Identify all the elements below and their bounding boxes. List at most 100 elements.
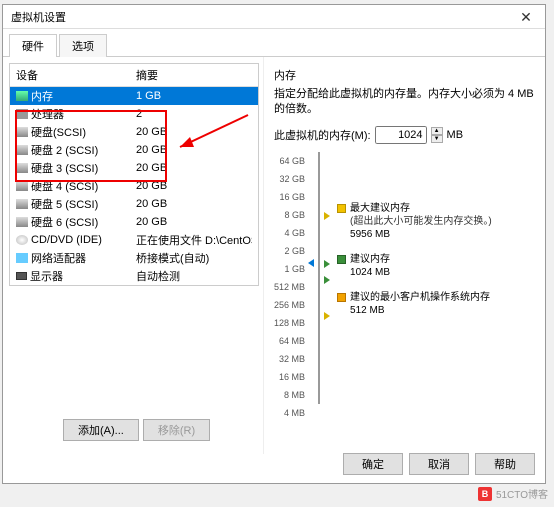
mon-icon xyxy=(16,272,27,280)
hw-summary: 20 GB xyxy=(136,180,252,192)
hw-name: 内存 xyxy=(31,88,53,104)
remove-hw-button[interactable]: 移除(R) xyxy=(143,419,210,441)
disk-icon xyxy=(16,181,28,191)
add-hw-button[interactable]: 添加(A)... xyxy=(63,419,139,441)
disk-icon xyxy=(16,199,28,209)
hw-summary: 自动检测 xyxy=(136,268,252,284)
hw-summary: 20 GB xyxy=(136,126,252,138)
watermark: B 51CTO博客 xyxy=(478,486,548,501)
tick-label: 256 MB xyxy=(274,296,305,314)
legend-max-val: 5956 MB xyxy=(350,228,492,241)
tab-options[interactable]: 选项 xyxy=(59,34,107,57)
hardware-list: 设备 摘要 内存1 GB处理器2硬盘(SCSI)20 GB硬盘 2 (SCSI)… xyxy=(9,63,259,286)
hw-name: 网络适配器 xyxy=(31,250,86,266)
legend-rec-val: 1024 MB xyxy=(350,266,390,279)
mem-desc: 指定分配给此虚拟机的内存量。内存大小必须为 4 MB 的倍数。 xyxy=(274,87,535,118)
hw-summary: 桥接模式(自动) xyxy=(136,250,252,266)
hw-summary: 20 GB xyxy=(136,216,252,228)
hw-name: 硬盘 2 (SCSI) xyxy=(31,142,98,158)
hw-summary: 1 GB xyxy=(136,90,252,102)
tick-label: 32 MB xyxy=(274,350,305,368)
titlebar: 虚拟机设置 ✕ xyxy=(3,5,545,29)
slider-thumb-icon[interactable] xyxy=(308,259,314,267)
hw-summary: 正在使用文件 D:\CentOS-7-x86_64-... xyxy=(136,232,252,248)
hw-row[interactable]: 处理器 2 xyxy=(10,105,258,123)
legend-max-note: (超出此大小可能发生内存交换。) xyxy=(350,215,492,228)
tick-label: 2 GB xyxy=(274,242,305,260)
hardware-pane: 设备 摘要 内存1 GB处理器2硬盘(SCSI)20 GB硬盘 2 (SCSI)… xyxy=(3,57,263,454)
disk-icon xyxy=(16,163,28,173)
tick-label: 64 MB xyxy=(274,332,305,350)
hw-name: CD/DVD (IDE) xyxy=(31,234,102,246)
close-button[interactable]: ✕ xyxy=(507,6,545,28)
vm-settings-dialog: 虚拟机设置 ✕ 硬件 选项 设备 摘要 内存 1 GB 处理器 2 硬盘(SCSI) 20… xyxy=(2,4,546,484)
tick-label: 128 MB xyxy=(274,314,305,332)
hw-name: 处理器 xyxy=(31,106,64,122)
net-icon xyxy=(16,253,28,263)
col-header-summary: 摘要 xyxy=(136,67,252,83)
tick-label: 64 GB xyxy=(274,152,305,170)
mem-slider-track[interactable] xyxy=(311,152,327,404)
ok-button[interactable]: 确定 xyxy=(343,453,403,475)
mem-icon xyxy=(16,91,28,101)
hw-name: 硬盘 4 (SCSI) xyxy=(31,178,98,194)
cpu-icon xyxy=(16,109,28,119)
hw-row[interactable]: 硬盘 5 (SCSI) 20 GB xyxy=(10,195,258,213)
mem-legend: 最大建议内存 (超出此大小可能发生内存交换。) 5956 MB 建议内存 102… xyxy=(337,152,492,422)
mem-unit: MB xyxy=(447,129,464,141)
hw-row[interactable]: 显示器 自动检测 xyxy=(10,267,258,285)
cancel-button[interactable]: 取消 xyxy=(409,453,469,475)
hw-row[interactable]: CD/DVD (IDE) 正在使用文件 D:\CentOS-7-x86_64-..… xyxy=(10,231,258,249)
hw-row[interactable]: 硬盘 4 (SCSI) 20 GB xyxy=(10,177,258,195)
hw-name: 显示器 xyxy=(30,268,63,284)
cd-icon xyxy=(16,235,28,245)
legend-min-title: 建议的最小客户机操作系统内存 xyxy=(350,291,490,304)
hw-row[interactable]: 硬盘(SCSI) 20 GB xyxy=(10,123,258,141)
hw-name: 硬盘 3 (SCSI) xyxy=(31,160,98,176)
mem-input[interactable] xyxy=(375,126,427,144)
marker-recommended2-icon xyxy=(324,276,330,284)
slider-ticks: 64 GB32 GB16 GB8 GB4 GB2 GB1 GB512 MB256… xyxy=(274,152,305,422)
hw-row[interactable]: 硬盘 6 (SCSI) 20 GB xyxy=(10,213,258,231)
mem-section-title: 内存 xyxy=(274,67,535,83)
marker-recommended-icon xyxy=(324,260,330,268)
tick-label: 512 MB xyxy=(274,278,305,296)
tick-label: 8 MB xyxy=(274,386,305,404)
watermark-text: 51CTO博客 xyxy=(496,486,548,501)
tabbar: 硬件 选项 xyxy=(3,29,545,56)
tick-label: 4 GB xyxy=(274,224,305,242)
tab-hardware[interactable]: 硬件 xyxy=(9,34,57,57)
disk-icon xyxy=(16,145,28,155)
tick-label: 16 GB xyxy=(274,188,305,206)
hw-row[interactable]: 网络适配器 桥接模式(自动) xyxy=(10,249,258,267)
hw-row[interactable]: 硬盘 3 (SCSI) 20 GB xyxy=(10,159,258,177)
hw-summary: 20 GB xyxy=(136,144,252,156)
legend-max-title: 最大建议内存 xyxy=(350,202,492,215)
col-header-device: 设备 xyxy=(16,67,136,83)
hw-name: 硬盘(SCSI) xyxy=(31,124,86,140)
hw-row[interactable]: 硬盘 2 (SCSI) 20 GB xyxy=(10,141,258,159)
mem-spinner[interactable]: ▲▼ xyxy=(431,127,443,143)
tick-label: 4 MB xyxy=(274,404,305,422)
square-yellow-icon xyxy=(337,204,346,213)
hw-row[interactable]: 内存 1 GB xyxy=(10,87,258,105)
square-orange-icon xyxy=(337,293,346,302)
legend-min-val: 512 MB xyxy=(350,304,490,317)
watermark-logo-icon: B xyxy=(478,487,492,501)
marker-min-recommended-icon xyxy=(324,312,330,320)
help-button[interactable]: 帮助 xyxy=(475,453,535,475)
hw-summary: 20 GB xyxy=(136,198,252,210)
window-title: 虚拟机设置 xyxy=(11,9,66,25)
square-green-icon xyxy=(337,255,346,264)
disk-icon xyxy=(16,217,28,227)
hw-summary: 2 xyxy=(136,108,252,120)
hw-summary: 20 GB xyxy=(136,162,252,174)
hw-name: 硬盘 6 (SCSI) xyxy=(31,214,98,230)
memory-pane: 内存 指定分配给此虚拟机的内存量。内存大小必须为 4 MB 的倍数。 此虚拟机的… xyxy=(263,57,545,454)
tick-label: 32 GB xyxy=(274,170,305,188)
tick-label: 1 GB xyxy=(274,260,305,278)
marker-max-recommended-icon xyxy=(324,212,330,220)
hw-name: 硬盘 5 (SCSI) xyxy=(31,196,98,212)
tick-label: 16 MB xyxy=(274,368,305,386)
disk-icon xyxy=(16,127,28,137)
